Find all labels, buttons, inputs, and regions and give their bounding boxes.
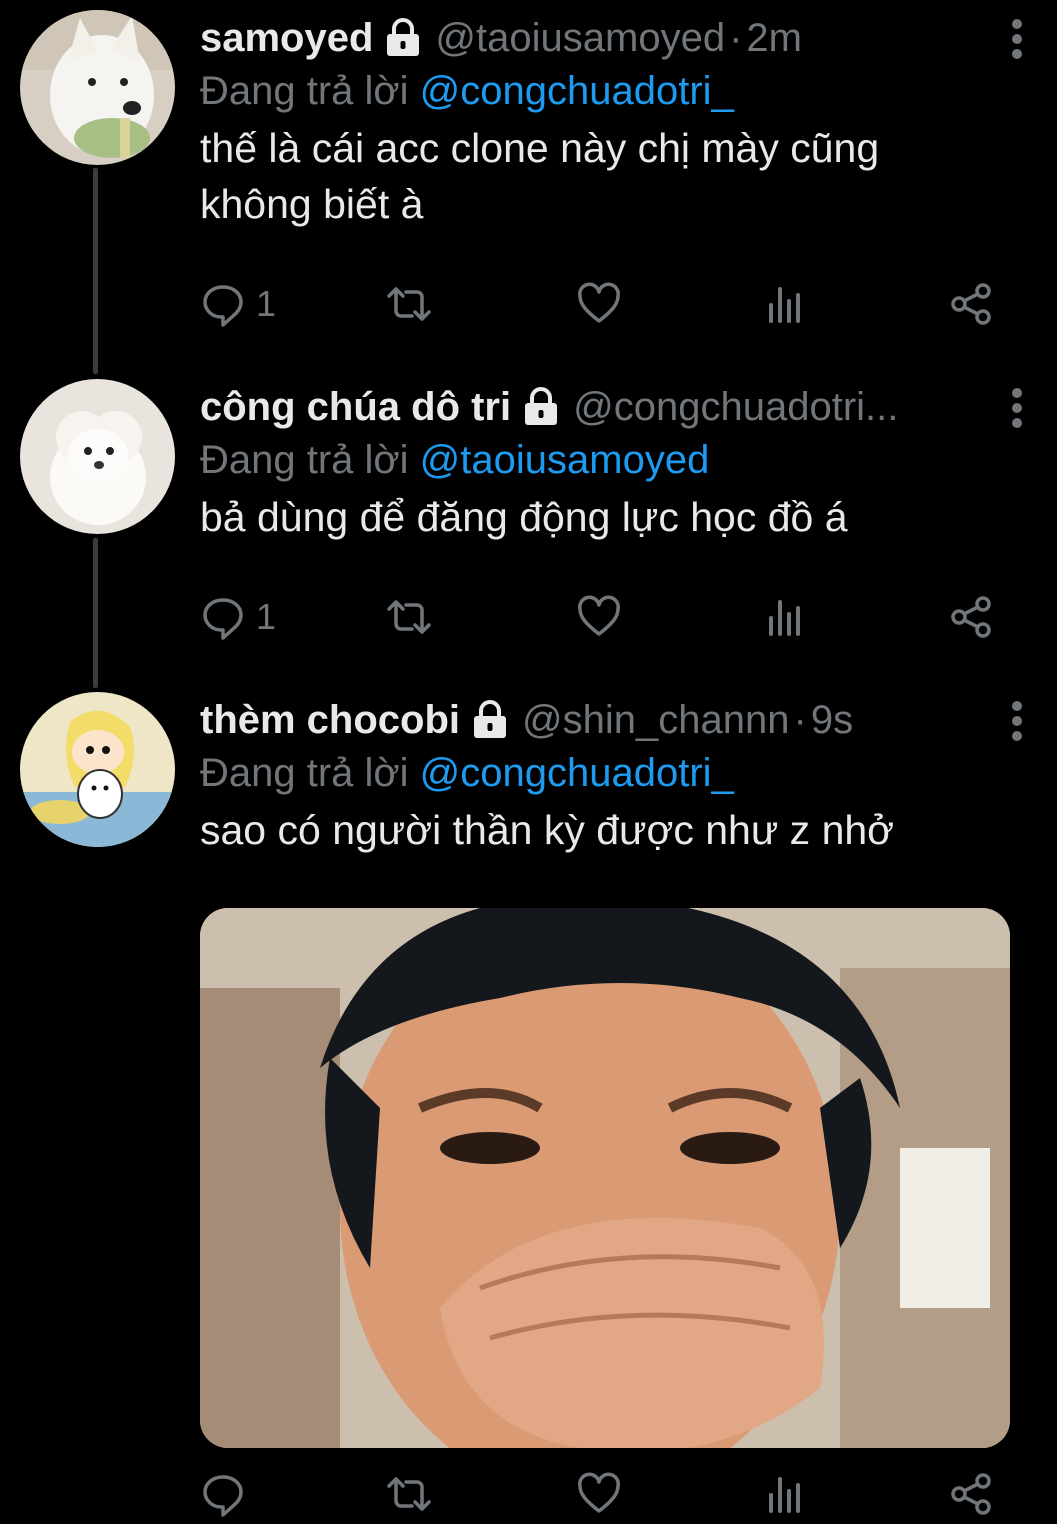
reply-icon: [203, 1475, 243, 1517]
tweet-text: bả dùng để đăng động lực học đồ á: [200, 494, 848, 540]
analytics-button[interactable]: [762, 274, 808, 334]
separator: ·: [729, 16, 743, 60]
tweet[interactable]: công chúa dô tri @congchuadotri... Đang …: [0, 377, 1057, 667]
separator: ·: [793, 698, 807, 742]
lock-icon: [525, 387, 558, 425]
analytics-icon: [769, 287, 800, 323]
crying-boy-photo-icon: [200, 908, 1010, 1448]
share-icon: [951, 283, 991, 325]
avatar[interactable]: [20, 692, 175, 847]
lock-icon: [387, 18, 420, 56]
more-options-icon[interactable]: [1009, 383, 1025, 433]
reply-button[interactable]: 1: [200, 587, 276, 647]
like-button[interactable]: [576, 274, 622, 334]
reply-count: 1: [256, 596, 277, 637]
replying-to-label: Đang trả lời: [200, 751, 409, 795]
reply-icon: [203, 285, 243, 327]
more-options-icon[interactable]: [1009, 696, 1025, 746]
retweet-button[interactable]: [386, 1464, 432, 1524]
heart-icon: [578, 595, 620, 636]
samoyed-avatar-icon: [20, 10, 175, 165]
action-bar: [200, 1464, 1010, 1524]
tweet[interactable]: thèm chocobi @shin_channn · 9s Đang trả …: [0, 690, 1057, 1524]
display-name[interactable]: công chúa dô tri: [200, 377, 511, 437]
reply-icon: [203, 598, 243, 640]
more-options-icon[interactable]: [1009, 14, 1025, 64]
user-handle[interactable]: @shin_channn: [522, 690, 789, 750]
heart-icon: [578, 1472, 620, 1513]
display-name[interactable]: samoyed: [200, 8, 373, 68]
reply-handle-link[interactable]: @congchuadotri_: [420, 751, 734, 795]
white-puppy-avatar-icon: [20, 379, 175, 534]
action-bar: 1: [200, 274, 1010, 334]
avatar[interactable]: [20, 379, 175, 534]
action-bar: 1: [200, 587, 1010, 647]
reply-handle-link[interactable]: @congchuadotri_: [420, 69, 734, 113]
avatar[interactable]: [20, 10, 175, 165]
replying-to-label: Đang trả lời: [200, 438, 409, 482]
share-icon: [951, 596, 991, 638]
tweet-photo[interactable]: [200, 908, 1010, 1448]
replying-to-label: Đang trả lời: [200, 69, 409, 113]
retweet-icon: [387, 1477, 431, 1511]
share-button[interactable]: [948, 274, 994, 334]
retweet-icon: [387, 287, 431, 321]
retweet-icon: [387, 600, 431, 634]
like-button[interactable]: [576, 587, 622, 647]
analytics-button[interactable]: [762, 587, 808, 647]
display-name[interactable]: thèm chocobi: [200, 690, 460, 750]
user-handle[interactable]: @congchuadotri...: [573, 377, 898, 437]
shinchan-avatar-icon: [20, 692, 175, 847]
user-handle[interactable]: @taoiusamoyed: [435, 8, 725, 68]
retweet-button[interactable]: [386, 274, 432, 334]
replying-to: Đang trả lời @taoiusamoyed: [200, 435, 709, 485]
replying-to: Đang trả lời @congchuadotri_: [200, 748, 734, 798]
analytics-icon: [769, 600, 800, 636]
like-button[interactable]: [576, 1464, 622, 1524]
timestamp[interactable]: 9s: [811, 690, 853, 750]
share-icon: [951, 1473, 991, 1515]
tweet-text: sao có người thần kỳ được như z nhở: [200, 807, 895, 853]
timestamp[interactable]: 2m: [746, 8, 802, 68]
analytics-icon: [769, 1477, 800, 1513]
reply-handle-link[interactable]: @taoiusamoyed: [420, 438, 710, 482]
reply-button[interactable]: [200, 1464, 256, 1524]
reply-count: 1: [256, 283, 277, 324]
lock-icon: [474, 700, 507, 738]
reply-button[interactable]: 1: [200, 274, 276, 334]
share-button[interactable]: [948, 587, 994, 647]
analytics-button[interactable]: [762, 1464, 808, 1524]
heart-icon: [578, 282, 620, 323]
tweet[interactable]: samoyed @taoiusamoyed · 2m Đang trả lời …: [0, 8, 1057, 338]
share-button[interactable]: [948, 1464, 994, 1524]
tweet-text: thế là cái acc clone này chị mày cũng kh…: [200, 125, 880, 227]
replying-to: Đang trả lời @congchuadotri_: [200, 66, 734, 116]
retweet-button[interactable]: [386, 587, 432, 647]
